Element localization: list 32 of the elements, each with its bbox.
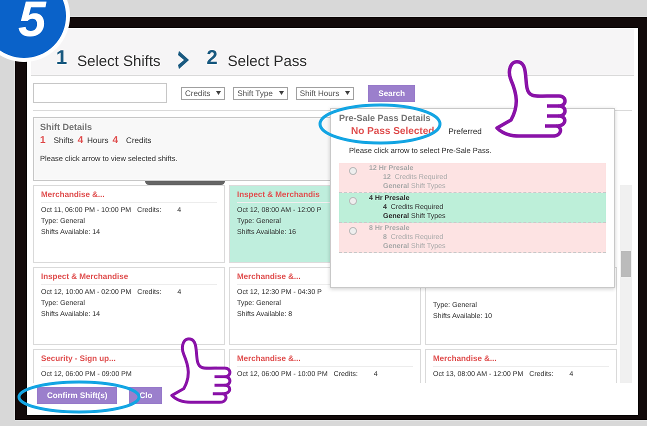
count: 4	[112, 135, 118, 146]
radio-button[interactable]	[349, 227, 357, 235]
count: 1	[40, 135, 46, 146]
caret-icon	[216, 91, 222, 95]
shift-title: Merchandise &...	[41, 190, 217, 203]
filter-dropdown[interactable]: Shift Hours	[296, 86, 354, 100]
filter-dropdown[interactable]: Credits	[181, 86, 226, 100]
chevron-icon	[176, 50, 190, 70]
step-label: Select Pass	[228, 53, 307, 70]
caret-icon	[345, 91, 350, 95]
filter-dropdown[interactable]: Shift Type	[233, 86, 288, 100]
pass-status: No Pass Selected	[351, 126, 434, 137]
step-number: 2	[206, 47, 218, 70]
preferred-label: Preferred	[448, 127, 482, 136]
scrollbar[interactable]	[620, 185, 632, 383]
expand-tab[interactable]	[144, 181, 225, 185]
shift-title: Merchandise &...	[433, 354, 609, 367]
count-label: Hours	[87, 136, 108, 145]
shift-title: Inspect & Merchandise	[41, 272, 217, 285]
panel-title: Shift Details	[40, 122, 94, 132]
radio-button[interactable]	[349, 197, 357, 205]
shift-title: Merchandise &...	[237, 354, 413, 367]
radio-button[interactable]	[349, 167, 357, 175]
step-number: 1	[56, 47, 68, 70]
caret-icon	[278, 91, 284, 95]
panel-title: Pre-Sale Pass Details	[339, 113, 432, 123]
thumbs-up-drawing	[170, 337, 232, 404]
count: 4	[78, 135, 84, 146]
search-field[interactable]	[33, 83, 167, 103]
count-label: Credits	[126, 136, 152, 145]
count-label: Shifts	[54, 136, 74, 145]
step-label: Select Shifts	[77, 53, 160, 70]
